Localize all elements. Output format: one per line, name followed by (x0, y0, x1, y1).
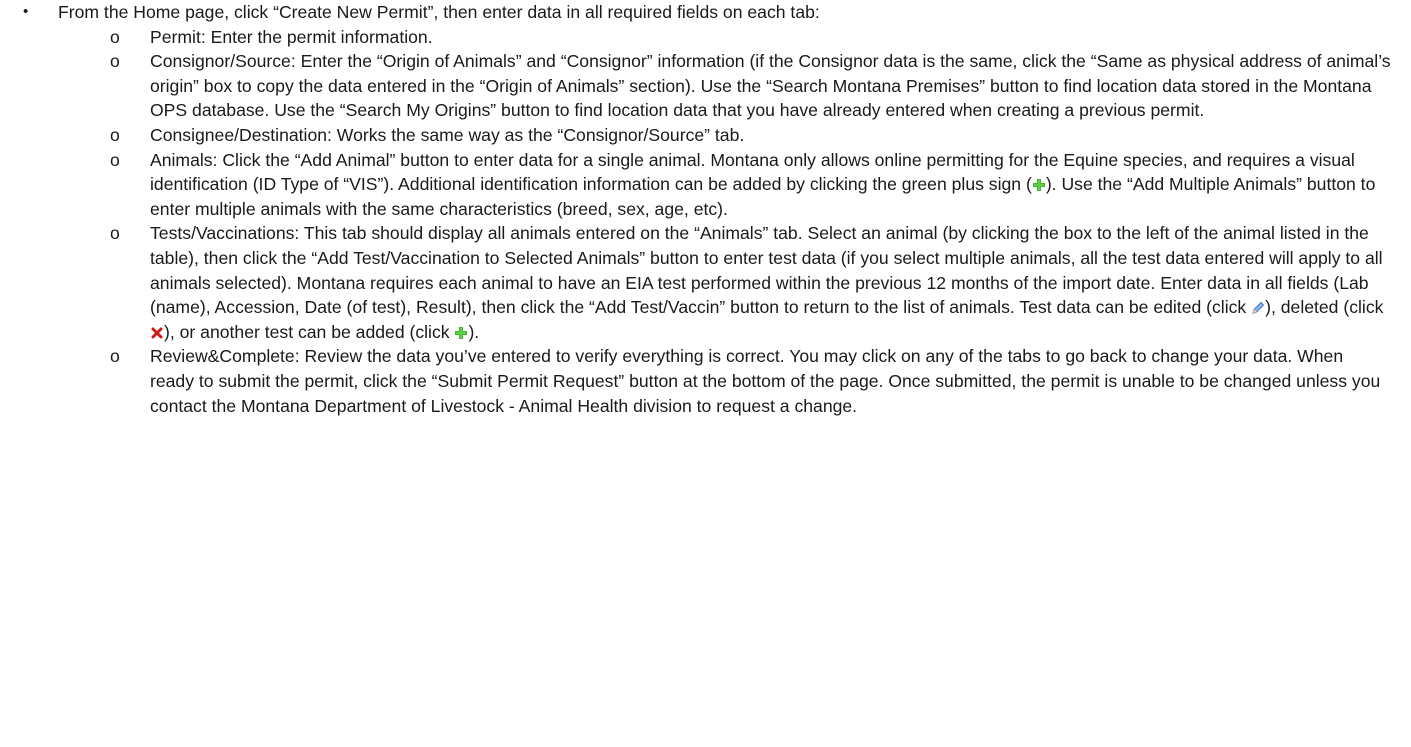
sub-marker: o (110, 51, 120, 72)
bullet-marker: • (23, 3, 29, 20)
list-item-tests-vaccinations: o Tests/Vaccinations: This tab should di… (0, 221, 1411, 344)
main-bullet-text: From the Home page, click “Create New Pe… (58, 2, 820, 22)
list-item-text: Consignor/Source: Enter the “Origin of A… (150, 51, 1391, 121)
list-item-permit: o Permit: Enter the permit information. (0, 25, 1411, 50)
list-item-animals: o Animals: Click the “Add Animal” button… (0, 148, 1411, 222)
list-item-text: Animals: Click the “Add Animal” button t… (150, 148, 1391, 222)
delete-x-icon (151, 327, 163, 339)
list-item-review-complete: o Review&Complete: Review the data you’v… (0, 344, 1411, 418)
list-item-consignee: o Consignee/Destination: Works the same … (0, 123, 1411, 148)
text-segment: ), deleted (click (1265, 297, 1384, 318)
sub-marker: o (110, 26, 120, 47)
text-segment: ). (468, 321, 480, 342)
green-plus-icon (1032, 179, 1045, 192)
green-plus-icon (455, 326, 468, 339)
sub-marker: o (110, 346, 120, 367)
list-item-text: Review&Complete: Review the data you’ve … (150, 346, 1381, 416)
text-segment: Tests/Vaccinations: This tab should disp… (150, 223, 1383, 318)
text-segment: ), or another test can be added (click (164, 321, 455, 342)
list-item-text: Consignee/Destination: Works the same wa… (150, 124, 745, 145)
list-item-text: Tests/Vaccinations: This tab should disp… (150, 221, 1391, 344)
sub-marker: o (110, 223, 120, 244)
sub-marker: o (110, 149, 120, 170)
main-bullet-item: • From the Home page, click “Create New … (0, 0, 1411, 25)
sub-marker: o (110, 124, 120, 145)
instructions-document: • From the Home page, click “Create New … (0, 0, 1411, 747)
edit-pencil-icon (1252, 301, 1265, 314)
list-item-text: Permit: Enter the permit information. (150, 26, 433, 47)
tab-instructions-list: o Permit: Enter the permit information. … (0, 25, 1411, 419)
list-item-consignor: o Consignor/Source: Enter the “Origin of… (0, 49, 1411, 123)
